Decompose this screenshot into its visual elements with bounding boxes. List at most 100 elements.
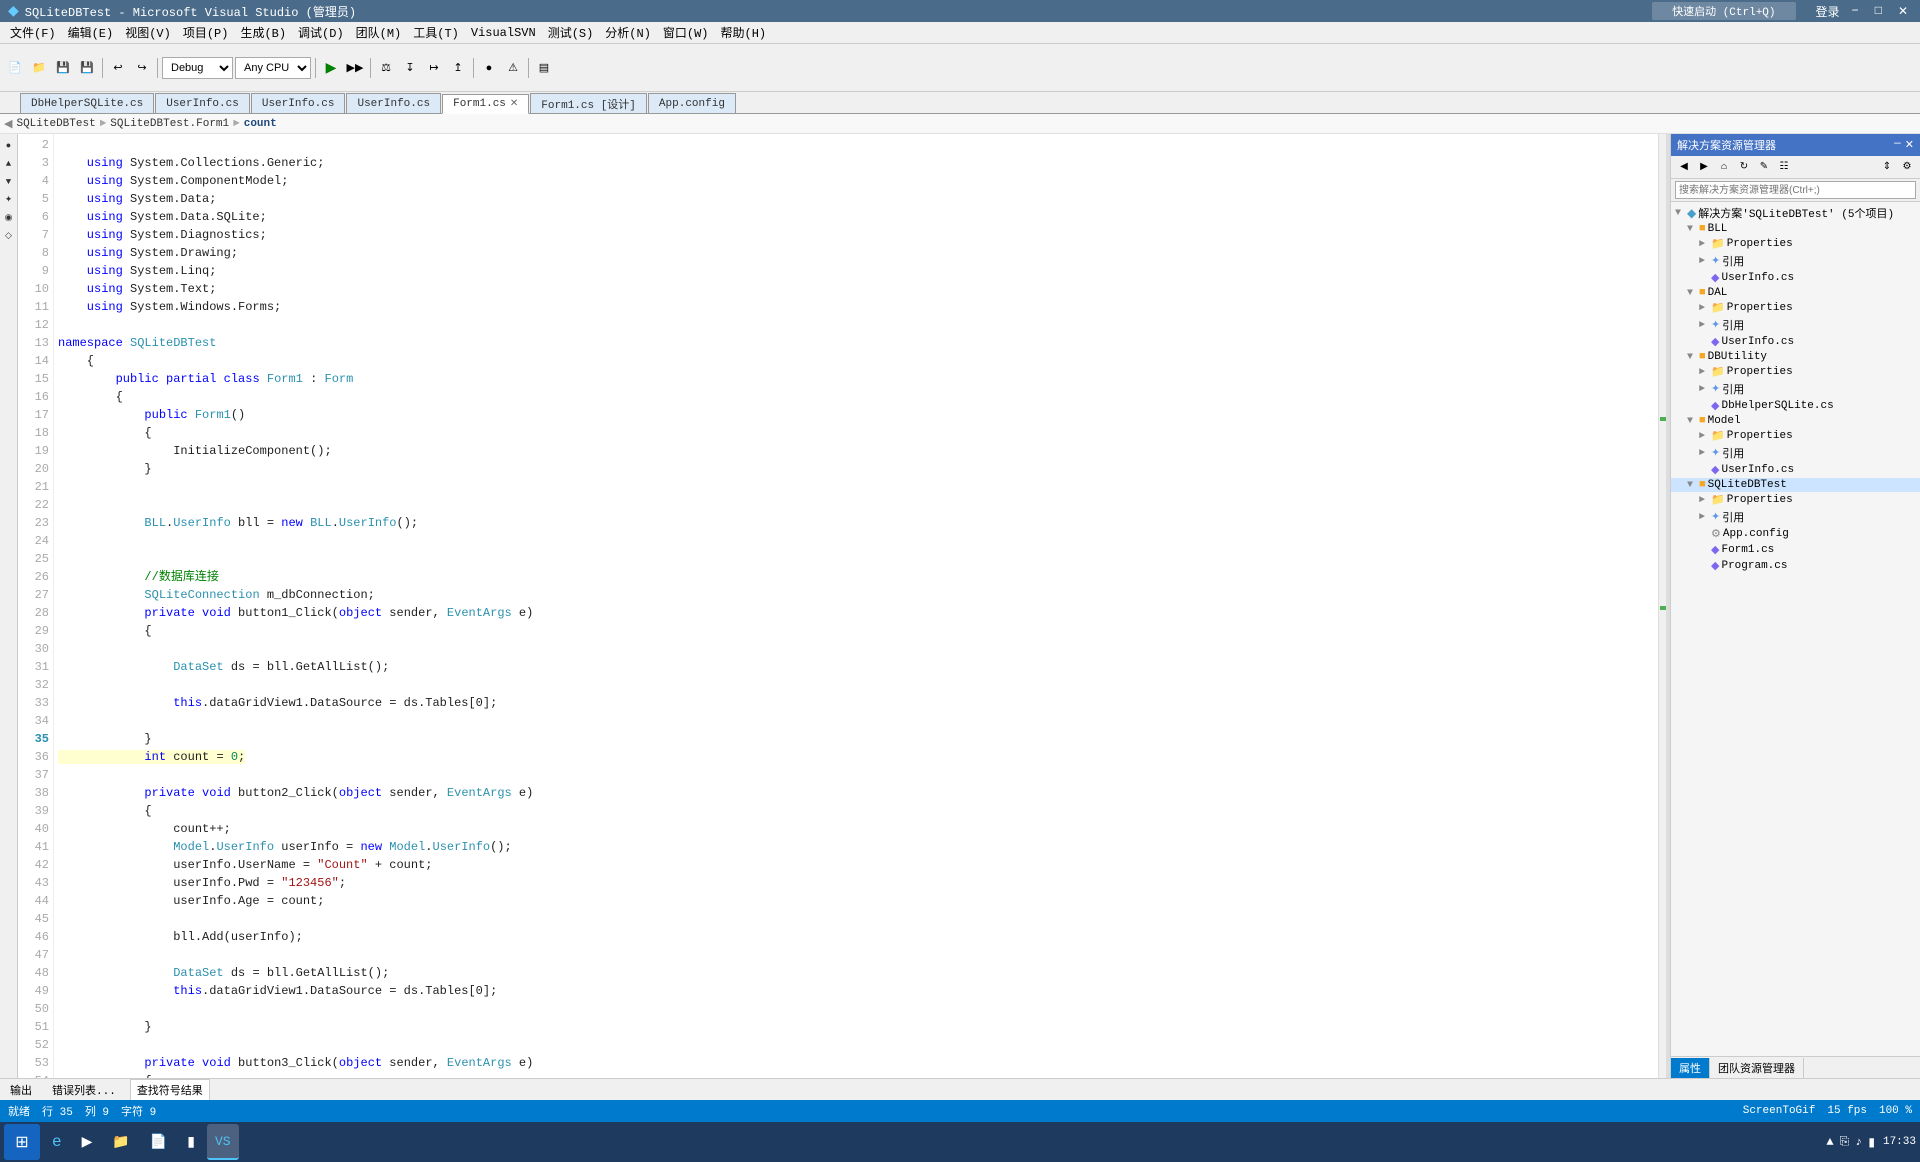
- left-tool-5[interactable]: ◉: [1, 210, 17, 226]
- attach-btn[interactable]: ⚖: [375, 57, 397, 79]
- breadcrumb-project[interactable]: SQLiteDBTest: [16, 118, 95, 130]
- start-debug-btn[interactable]: ▶▶: [344, 57, 366, 79]
- new-project-btn[interactable]: 📄: [4, 57, 26, 79]
- tree-model-properties[interactable]: ► 📁 Properties: [1671, 428, 1920, 444]
- tree-bll[interactable]: ▼ ■ BLL: [1671, 222, 1920, 236]
- taskbar-ie[interactable]: e: [44, 1124, 70, 1160]
- breadcrumb-namespace[interactable]: SQLiteDBTest.Form1: [110, 118, 229, 130]
- tree-bll-userinfo[interactable]: ◆ UserInfo.cs: [1671, 270, 1920, 286]
- undo-btn[interactable]: ↩: [107, 57, 129, 79]
- menu-visualsvn[interactable]: VisualSVN: [465, 24, 542, 42]
- left-tool-4[interactable]: ✦: [1, 192, 17, 208]
- tree-model-ref[interactable]: ► ✦ 引用: [1671, 444, 1920, 462]
- menu-edit[interactable]: 编辑(E): [62, 22, 120, 43]
- redo-btn[interactable]: ↪: [131, 57, 153, 79]
- tree-dal-userinfo[interactable]: ◆ UserInfo.cs: [1671, 334, 1920, 350]
- sidebar-filter-btn[interactable]: ☷: [1775, 158, 1793, 176]
- taskbar-time[interactable]: 17:33: [1883, 1136, 1916, 1148]
- menu-window[interactable]: 窗口(W): [657, 22, 715, 43]
- tab-userinfo1[interactable]: UserInfo.cs: [155, 93, 250, 113]
- menu-team[interactable]: 团队(M): [350, 22, 408, 43]
- tree-sqlitedbtest[interactable]: ▼ ■ SQLiteDBTest: [1671, 478, 1920, 492]
- sidebar-home-btn[interactable]: ⌂: [1715, 158, 1733, 176]
- tab-form1-cs[interactable]: Form1.cs ✕: [442, 94, 529, 114]
- tree-sqlitedbtest-ref[interactable]: ► ✦ 引用: [1671, 508, 1920, 526]
- close-button[interactable]: ✕: [1894, 4, 1912, 19]
- maximize-button[interactable]: □: [1871, 4, 1886, 18]
- tree-dbutility-dbhelper[interactable]: ◆ DbHelperSQLite.cs: [1671, 398, 1920, 414]
- taskbar-notepad[interactable]: 📄: [142, 1124, 175, 1160]
- sidebar-close-btn[interactable]: ✕: [1905, 138, 1914, 152]
- menu-test[interactable]: 测试(S): [542, 22, 600, 43]
- tab-userinfo3[interactable]: UserInfo.cs: [346, 93, 441, 113]
- tree-sqlitedbtest-program[interactable]: ◆ Program.cs: [1671, 558, 1920, 574]
- step-into-btn[interactable]: ↧: [399, 57, 421, 79]
- step-over-btn[interactable]: ↦: [423, 57, 445, 79]
- taskbar-chrome[interactable]: ▶: [74, 1124, 101, 1160]
- left-tool-6[interactable]: ◇: [1, 228, 17, 244]
- sidebar-props-btn[interactable]: ✎: [1755, 158, 1773, 176]
- sidebar-forward-btn[interactable]: ▶: [1695, 158, 1713, 176]
- save-btn[interactable]: 💾: [52, 57, 74, 79]
- sidebar-expand-btn[interactable]: ⇕: [1878, 158, 1896, 176]
- menu-help[interactable]: 帮助(H): [715, 22, 773, 43]
- tab-close-form1[interactable]: ✕: [510, 98, 518, 110]
- bottom-tab-output[interactable]: 输出: [4, 1080, 38, 1100]
- tree-dal[interactable]: ▼ ■ DAL: [1671, 286, 1920, 300]
- tree-dbutility[interactable]: ▼ ■ DBUtility: [1671, 350, 1920, 364]
- tree-dal-ref[interactable]: ► ✦ 引用: [1671, 316, 1920, 334]
- debug-config-select[interactable]: Debug Release: [162, 57, 233, 79]
- step-out-btn[interactable]: ↥: [447, 57, 469, 79]
- breakpoint-btn[interactable]: ●: [478, 57, 500, 79]
- sidebar-tab-team[interactable]: 团队资源管理器: [1710, 1058, 1804, 1078]
- menu-file[interactable]: 文件(F): [4, 22, 62, 43]
- left-tool-2[interactable]: ▲: [1, 156, 17, 172]
- platform-select[interactable]: Any CPU: [235, 57, 311, 79]
- sidebar-back-btn[interactable]: ◀: [1675, 158, 1693, 176]
- zoom-level[interactable]: 100 %: [1879, 1105, 1912, 1117]
- perf-btn[interactable]: ▤: [533, 57, 555, 79]
- search-box[interactable]: 快速启动 (Ctrl+Q): [1652, 2, 1795, 20]
- menu-debug[interactable]: 调试(D): [292, 22, 350, 43]
- menu-build[interactable]: 生成(B): [234, 22, 292, 43]
- tree-dbutility-properties[interactable]: ► 📁 Properties: [1671, 364, 1920, 380]
- sidebar-pin-btn[interactable]: —: [1894, 138, 1901, 152]
- tree-model-userinfo[interactable]: ◆ UserInfo.cs: [1671, 462, 1920, 478]
- sidebar-settings-btn[interactable]: ⚙: [1898, 158, 1916, 176]
- tab-form1-design[interactable]: Form1.cs [设计]: [530, 93, 647, 113]
- tab-dbhelpersqlite[interactable]: DbHelperSQLite.cs: [20, 93, 154, 113]
- sidebar-refresh-btn[interactable]: ↻: [1735, 158, 1753, 176]
- tree-dal-properties[interactable]: ► 📁 Properties: [1671, 300, 1920, 316]
- breadcrumb-member[interactable]: count: [244, 118, 277, 130]
- tree-dbutility-ref[interactable]: ► ✦ 引用: [1671, 380, 1920, 398]
- taskbar-vs-active[interactable]: VS: [207, 1124, 239, 1160]
- tree-sqlitedbtest-appconfig[interactable]: ⚙ App.config: [1671, 526, 1920, 542]
- tree-sqlitedbtest-properties[interactable]: ► 📁 Properties: [1671, 492, 1920, 508]
- left-tool-3[interactable]: ▼: [1, 174, 17, 190]
- tree-model[interactable]: ▼ ■ Model: [1671, 414, 1920, 428]
- tree-sqlitedbtest-form1[interactable]: ◆ Form1.cs: [1671, 542, 1920, 558]
- sidebar-tab-properties[interactable]: 属性: [1671, 1058, 1710, 1078]
- menu-tools[interactable]: 工具(T): [407, 22, 465, 43]
- open-btn[interactable]: 📁: [28, 57, 50, 79]
- code-content[interactable]: using System.Collections.Generic; using …: [54, 134, 1658, 1078]
- start-menu-btn[interactable]: ⊞: [4, 1124, 40, 1160]
- tree-bll-ref[interactable]: ► ✦ 引用: [1671, 252, 1920, 270]
- tree-bll-properties[interactable]: ► 📁 Properties: [1671, 236, 1920, 252]
- tab-userinfo2[interactable]: UserInfo.cs: [251, 93, 346, 113]
- save-all-btn[interactable]: 💾: [76, 57, 98, 79]
- tree-solution-root[interactable]: ▼ ◆ 解决方案'SQLiteDBTest' (5个项目): [1671, 204, 1920, 222]
- tab-appconfig[interactable]: App.config: [648, 93, 736, 113]
- bottom-tab-errors[interactable]: 错误列表...: [46, 1080, 122, 1100]
- taskbar-explorer[interactable]: 📁: [104, 1124, 137, 1160]
- minimize-button[interactable]: −: [1848, 4, 1863, 18]
- taskbar-terminal[interactable]: ▮: [179, 1124, 203, 1160]
- bottom-tab-find[interactable]: 查找符号结果: [130, 1079, 210, 1100]
- left-tool-1[interactable]: ●: [1, 138, 17, 154]
- sidebar-search-input[interactable]: [1675, 181, 1916, 199]
- menu-view[interactable]: 视图(V): [119, 22, 177, 43]
- exception-btn[interactable]: ⚠: [502, 57, 524, 79]
- menu-project[interactable]: 项目(P): [177, 22, 235, 43]
- start-btn[interactable]: ▶: [320, 57, 342, 79]
- menu-analyze[interactable]: 分析(N): [599, 22, 657, 43]
